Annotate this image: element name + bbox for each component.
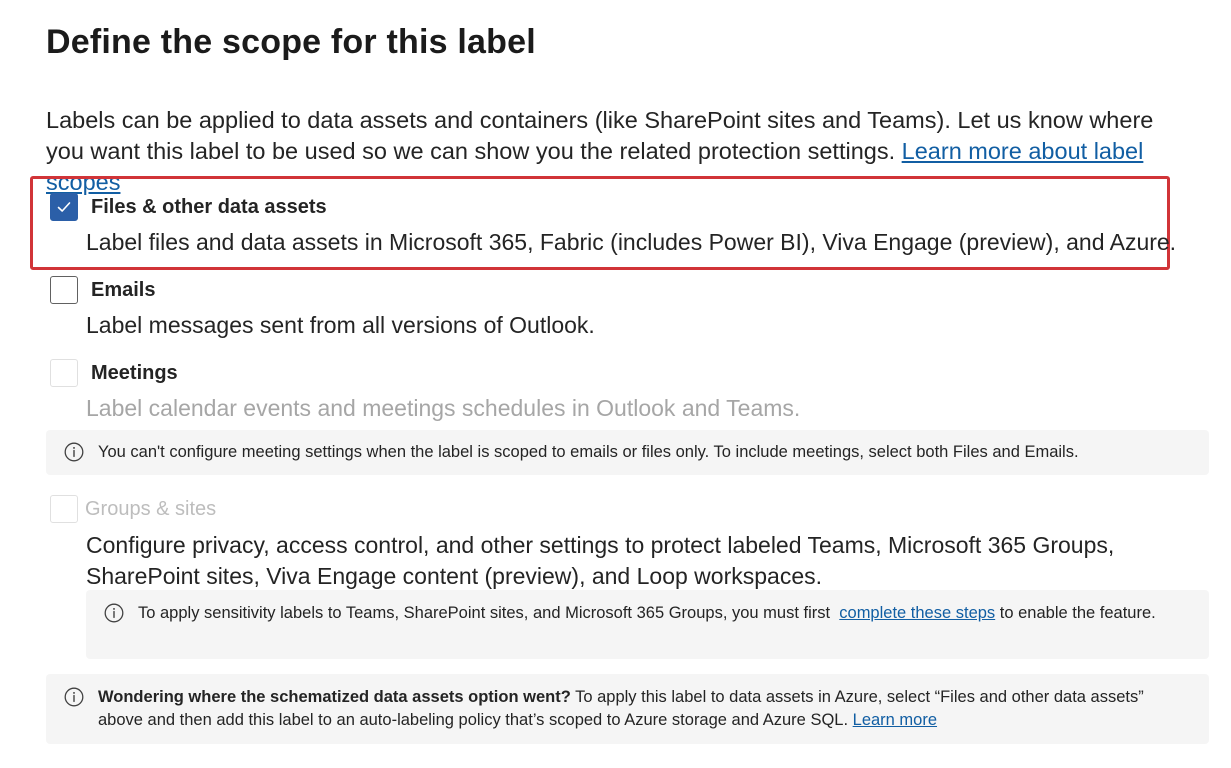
check-icon: [57, 202, 71, 212]
complete-steps-link[interactable]: complete these steps: [839, 604, 995, 622]
info-icon: [104, 603, 124, 623]
meetings-description: Label calendar events and meetings sched…: [86, 395, 801, 421]
files-title: Files & other data assets: [91, 196, 327, 218]
groups-notice-after: to enable the feature.: [999, 604, 1156, 622]
groups-title: Groups & sites: [85, 498, 217, 520]
groups-notice-before: To apply sensitivity labels to Teams, Sh…: [138, 604, 831, 622]
info-icon: [64, 687, 84, 707]
page-title: Define the scope for this label: [46, 23, 536, 61]
schematized-notice-heading: Wondering where the schematized data ass…: [98, 688, 571, 706]
emails-title: Emails: [91, 279, 156, 301]
meetings-notice: You can't configure meeting settings whe…: [46, 430, 1209, 475]
groups-notice-text: To apply sensitivity labels to Teams, Sh…: [138, 602, 1158, 625]
info-icon: [64, 442, 84, 462]
meetings-notice-text: You can't configure meeting settings whe…: [98, 443, 1079, 461]
meetings-title: Meetings: [91, 362, 178, 384]
groups-checkbox: [50, 495, 78, 523]
groups-description: Configure privacy, access control, and o…: [86, 532, 1115, 589]
schematized-notice-text: Wondering where the schematized data ass…: [98, 686, 1193, 732]
files-checkbox[interactable]: [50, 193, 78, 221]
files-description: Label files and data assets in Microsoft…: [86, 229, 1177, 255]
emails-checkbox[interactable]: [50, 276, 78, 304]
meetings-checkbox: [50, 359, 78, 387]
schematized-notice: Wondering where the schematized data ass…: [46, 674, 1209, 744]
schematized-learn-more-link[interactable]: Learn more: [853, 711, 937, 729]
emails-description: Label messages sent from all versions of…: [86, 312, 595, 338]
groups-notice: To apply sensitivity labels to Teams, Sh…: [86, 590, 1209, 659]
